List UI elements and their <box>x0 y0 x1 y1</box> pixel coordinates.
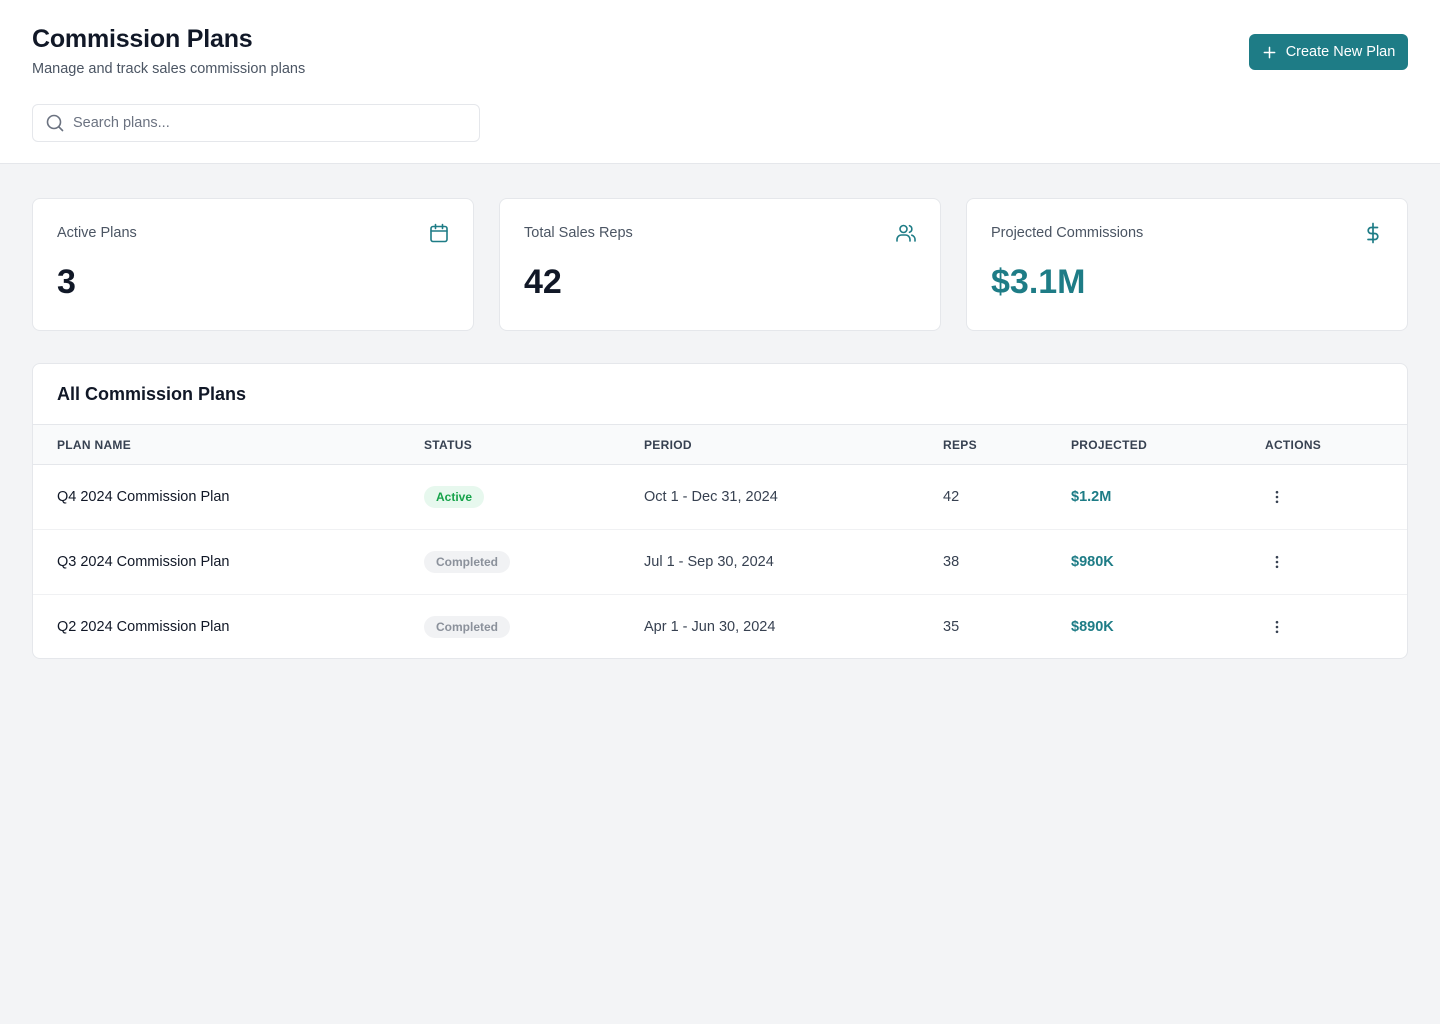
plan-projected: $890K <box>1071 619 1114 635</box>
table-header: PLAN NAME STATUS PERIOD REPS PROJECTED A… <box>33 424 1407 465</box>
more-vertical-icon <box>1275 490 1279 504</box>
stat-card-active-plans: Active Plans 3 <box>32 198 474 331</box>
plan-period: Jul 1 - Sep 30, 2024 <box>644 554 774 570</box>
calendar-icon <box>430 223 448 243</box>
stat-card-projected-commissions: Projected Commissions $3.1M <box>966 198 1408 331</box>
page-subtitle: Manage and track sales commission plans <box>32 61 306 77</box>
commission-plans-table: All Commission Plans PLAN NAME STATUS PE… <box>32 363 1408 659</box>
plan-projected: $980K <box>1071 554 1114 570</box>
stat-value: 42 <box>524 263 562 301</box>
create-new-plan-label: Create New Plan <box>1285 44 1396 60</box>
stat-label: Active Plans <box>57 225 137 241</box>
more-actions-button[interactable] <box>1265 550 1289 574</box>
plan-name: Q4 2024 Commission Plan <box>57 489 230 505</box>
users-icon <box>896 224 916 242</box>
plan-period: Apr 1 - Jun 30, 2024 <box>644 619 776 635</box>
actions-cell <box>1273 465 1289 529</box>
stat-card-total-sales-reps: Total Sales Reps 42 <box>499 198 941 331</box>
search-icon <box>46 114 64 132</box>
more-actions-button[interactable] <box>1265 485 1289 509</box>
table-row[interactable]: Q2 2024 Commission Plan Completed Apr 1 … <box>33 595 1407 658</box>
table-row[interactable]: Q3 2024 Commission Plan Completed Jul 1 … <box>33 530 1407 595</box>
dollar-icon <box>1367 222 1379 244</box>
search-box <box>32 104 480 142</box>
stat-label: Total Sales Reps <box>524 225 633 241</box>
column-header: PROJECTED <box>1071 438 1148 452</box>
page-title: Commission Plans <box>32 25 253 53</box>
status-cell: Completed <box>424 530 511 594</box>
status-badge: Completed <box>424 551 511 573</box>
page-header: Commission Plans Manage and track sales … <box>0 0 1440 164</box>
plan-period: Oct 1 - Dec 31, 2024 <box>644 489 778 505</box>
plan-reps: 38 <box>943 554 960 570</box>
stat-value: $3.1M <box>991 263 1086 301</box>
table-row[interactable]: Q4 2024 Commission Plan Active Oct 1 - D… <box>33 465 1407 530</box>
status-cell: Completed <box>424 595 511 658</box>
search-input[interactable] <box>73 105 479 141</box>
column-header: STATUS <box>424 438 473 452</box>
stat-value: 3 <box>57 263 76 301</box>
more-actions-button[interactable] <box>1265 615 1289 639</box>
column-header: REPS <box>943 438 977 452</box>
table-title: All Commission Plans <box>57 384 247 404</box>
plus-icon <box>1263 46 1276 58</box>
column-header: ACTIONS <box>1265 438 1322 452</box>
column-header: PLAN NAME <box>57 438 132 452</box>
status-badge: Active <box>424 486 485 508</box>
stat-label: Projected Commissions <box>991 225 1144 241</box>
plan-projected: $1.2M <box>1071 489 1112 505</box>
actions-cell <box>1273 595 1289 658</box>
actions-cell <box>1273 530 1289 594</box>
create-new-plan-button[interactable]: Create New Plan <box>1249 34 1408 70</box>
status-cell: Active <box>424 465 485 529</box>
plan-reps: 42 <box>943 489 960 505</box>
column-header: PERIOD <box>644 438 692 452</box>
more-vertical-icon <box>1275 555 1279 569</box>
more-vertical-icon <box>1275 620 1279 634</box>
plan-name: Q2 2024 Commission Plan <box>57 619 230 635</box>
status-badge: Completed <box>424 616 511 638</box>
plan-reps: 35 <box>943 619 960 635</box>
plan-name: Q3 2024 Commission Plan <box>57 554 230 570</box>
